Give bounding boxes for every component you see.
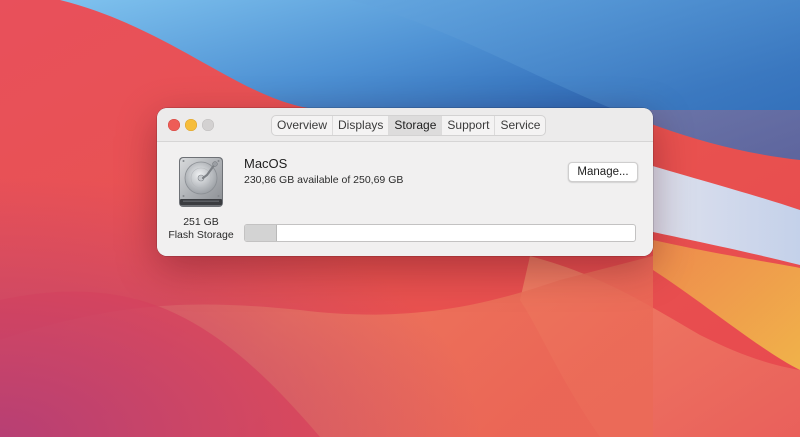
storage-usage-bar — [244, 224, 636, 242]
drive-capacity-label: 251 GB — [183, 216, 219, 228]
manage-button[interactable]: Manage... — [568, 162, 638, 182]
tab-service[interactable]: Service — [495, 116, 545, 135]
zoom-window-button[interactable] — [202, 119, 214, 131]
tab-storage[interactable]: Storage — [389, 116, 443, 135]
tab-displays[interactable]: Displays — [333, 116, 390, 135]
storage-used-segment — [245, 225, 277, 241]
close-window-button[interactable] — [168, 119, 180, 131]
storage-pane: 251 GB Flash Storage MacOS 230,86 GB ava… — [157, 142, 653, 256]
tab-support[interactable]: Support — [442, 116, 496, 135]
volume-name: MacOS — [244, 156, 288, 171]
hard-drive-icon — [179, 157, 223, 207]
window-titlebar: Overview Displays Storage Support Servic… — [157, 108, 653, 142]
tab-overview[interactable]: Overview — [272, 116, 334, 135]
about-this-mac-window: Overview Displays Storage Support Servic… — [157, 108, 653, 256]
minimize-window-button[interactable] — [185, 119, 197, 131]
volume-available-text: 230,86 GB available of 250,69 GB — [244, 174, 404, 186]
drive-type-label: Flash Storage — [168, 229, 234, 241]
tab-bar: Overview Displays Storage Support Servic… — [271, 115, 547, 136]
